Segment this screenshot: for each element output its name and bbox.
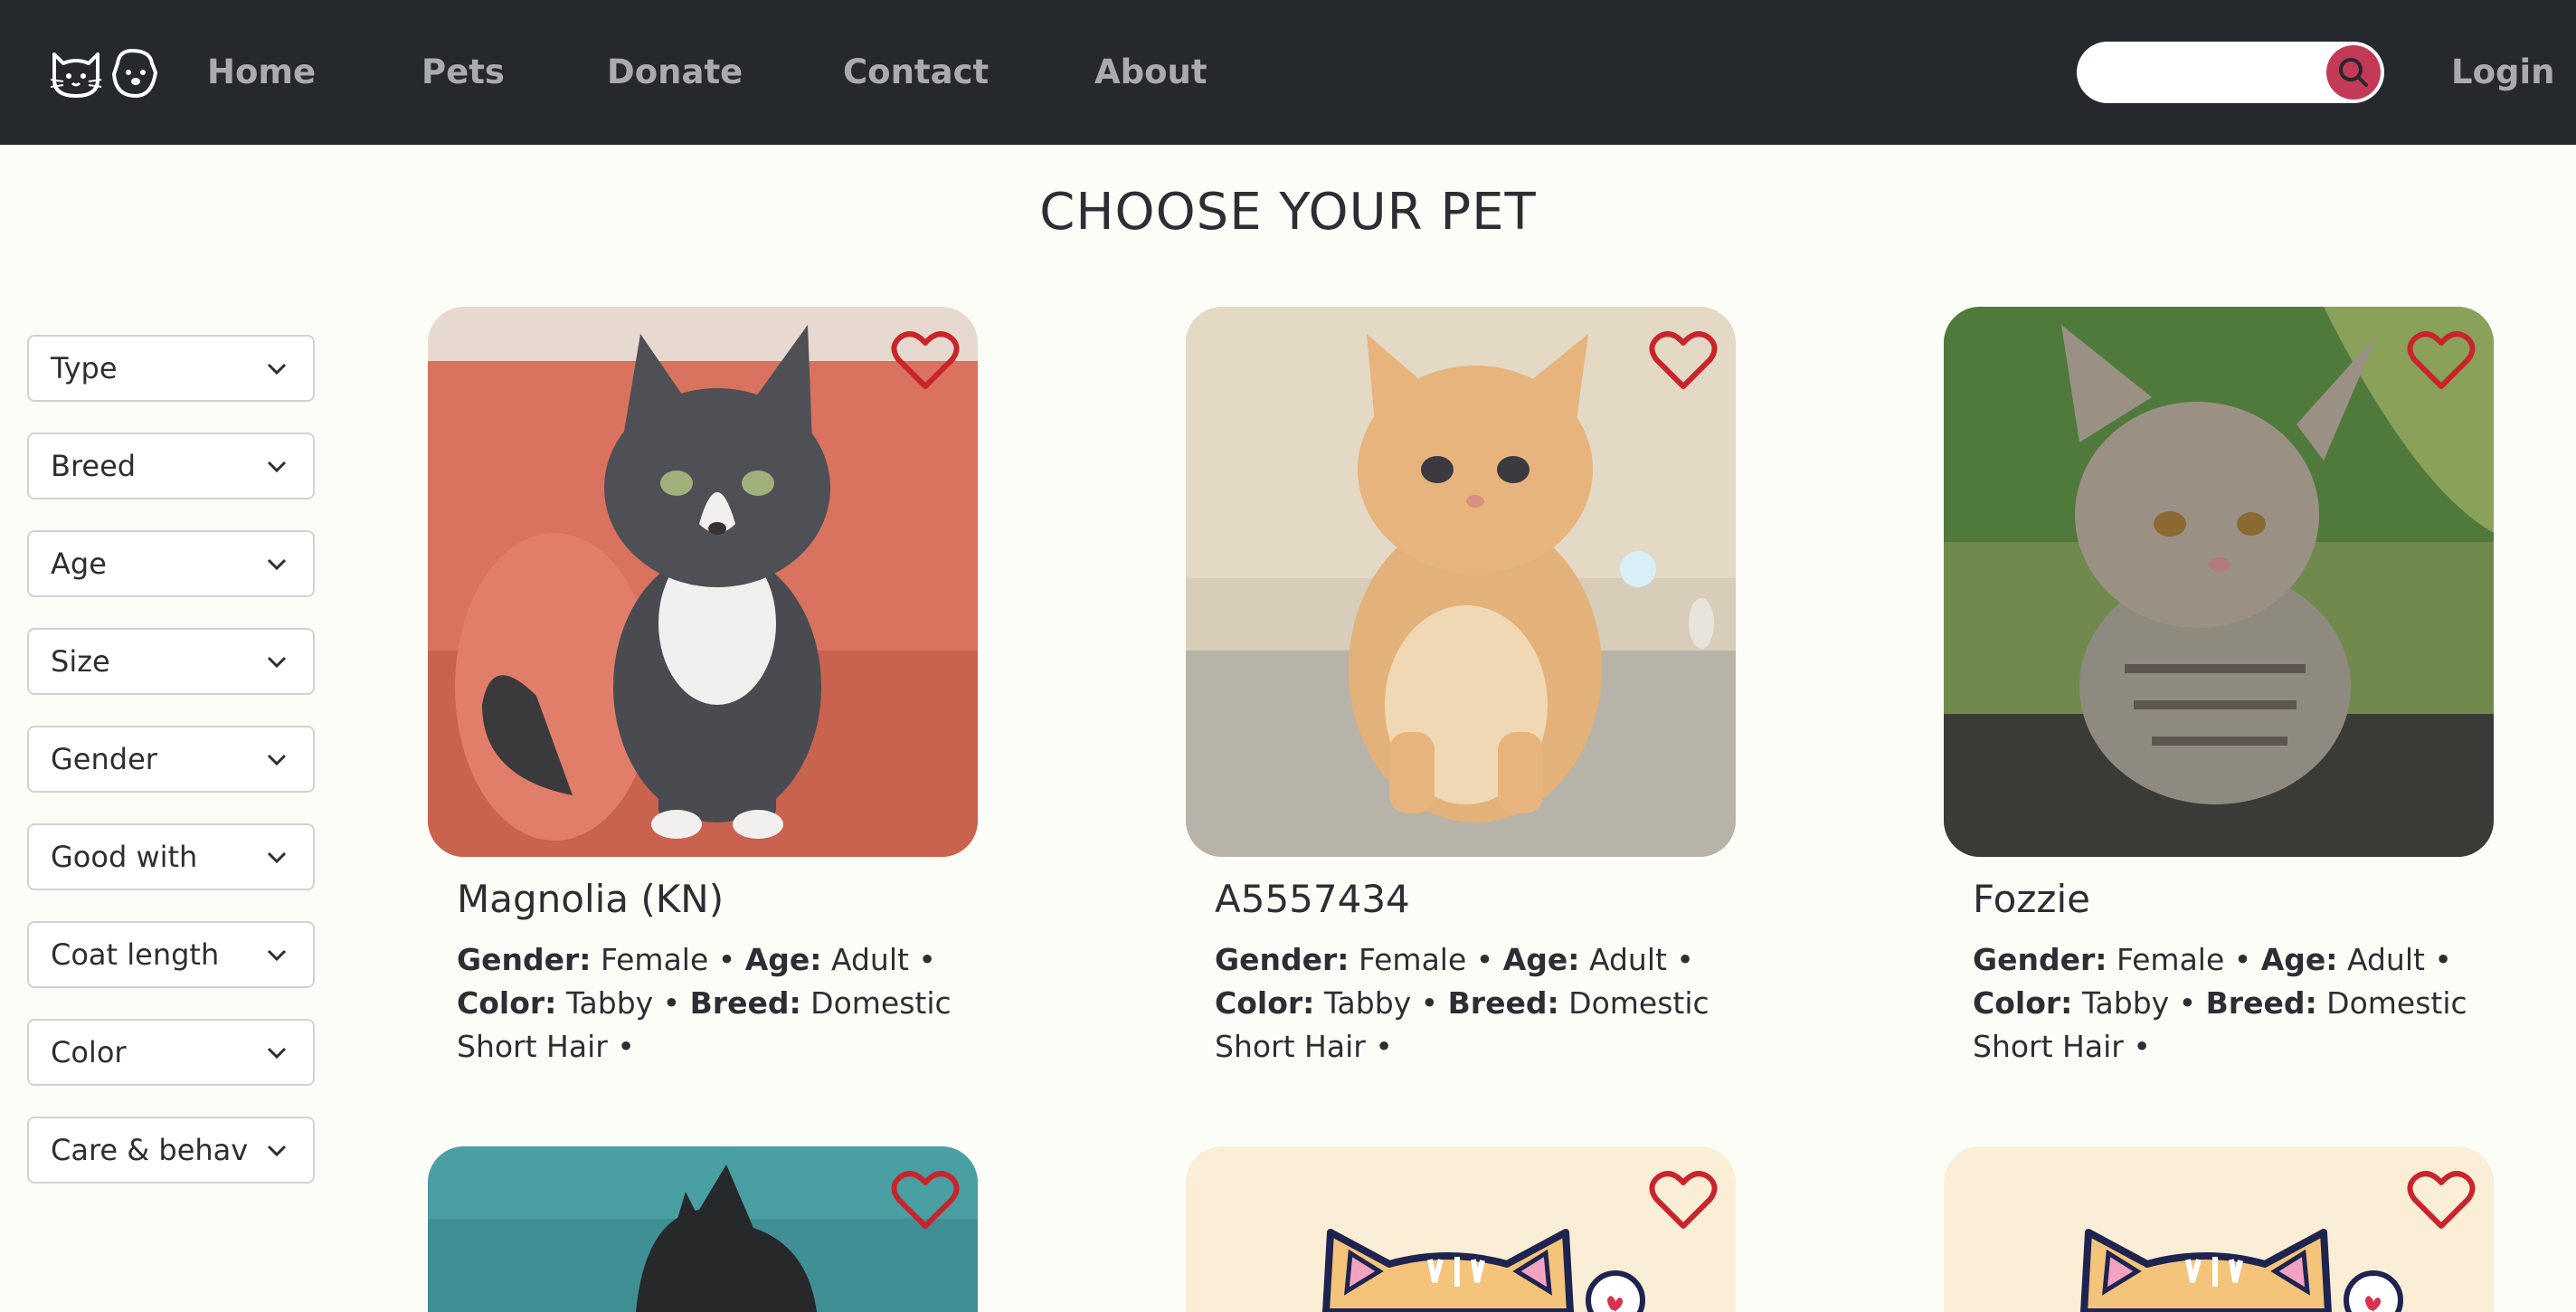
- filter-label: Good with: [51, 840, 198, 874]
- filter-gender[interactable]: Gender: [27, 726, 315, 793]
- chevron-down-icon: [267, 363, 287, 376]
- color-value: Tabby: [1323, 985, 1412, 1021]
- gender-value: Female: [2116, 942, 2225, 977]
- chevron-down-icon: [267, 1047, 287, 1060]
- breed-label: Breed:: [689, 985, 801, 1021]
- nav-link-contact[interactable]: Contact: [843, 45, 989, 100]
- search-icon: [2339, 58, 2368, 87]
- top-nav-bar: Home Pets Donate Contact About Login: [0, 0, 2576, 145]
- heart-icon[interactable]: [891, 330, 960, 392]
- age-value: Adult: [2346, 942, 2425, 977]
- gender-value: Female: [600, 942, 709, 977]
- color-label: Color:: [457, 985, 557, 1021]
- cat-dog-logo-icon[interactable]: [51, 43, 163, 101]
- filter-size[interactable]: Size: [27, 628, 315, 695]
- pet-photo[interactable]: [1944, 1146, 2494, 1312]
- gender-label: Gender:: [457, 942, 592, 977]
- color-label: Color:: [1973, 985, 2073, 1021]
- filter-type[interactable]: Type: [27, 335, 315, 402]
- color-value: Tabby: [565, 985, 654, 1021]
- pet-photo[interactable]: [1186, 1146, 1736, 1312]
- filter-label: Gender: [51, 742, 157, 776]
- pet-name[interactable]: Fozzie: [1973, 877, 2090, 921]
- color-value: Tabby: [2081, 985, 2170, 1021]
- filter-label: Care & behav: [51, 1133, 249, 1167]
- chevron-down-icon: [267, 851, 287, 864]
- gender-value: Female: [1358, 942, 1467, 977]
- pet-name[interactable]: Magnolia (KN): [457, 877, 724, 921]
- chevron-down-icon: [267, 656, 287, 669]
- age-label: Age:: [1502, 942, 1580, 977]
- filter-coat-length[interactable]: Coat length: [27, 921, 315, 988]
- pet-photo[interactable]: [428, 1146, 978, 1312]
- filter-care-behavior[interactable]: Care & behav: [27, 1117, 315, 1184]
- pet-details: Gender: Female • Age: Adult • Color: Tab…: [457, 942, 952, 1064]
- filter-label: Coat length: [51, 937, 220, 972]
- filter-label: Color: [51, 1035, 127, 1070]
- chevron-down-icon: [267, 1145, 287, 1157]
- pet-details: Gender: Female • Age: Adult • Color: Tab…: [1215, 942, 1709, 1064]
- search-box: [2077, 42, 2384, 103]
- pet-details: Gender: Female • Age: Adult • Color: Tab…: [1973, 942, 2467, 1064]
- heart-icon[interactable]: [2407, 1170, 2476, 1231]
- age-value: Adult: [1588, 942, 1667, 977]
- nav-link-pets[interactable]: Pets: [421, 45, 505, 100]
- filter-label: Breed: [51, 449, 137, 483]
- chevron-down-icon: [267, 949, 287, 962]
- heart-icon[interactable]: [891, 1170, 960, 1231]
- breed-label: Breed:: [2205, 985, 2317, 1021]
- nav-link-donate[interactable]: Donate: [607, 45, 743, 100]
- search-input[interactable]: [2098, 51, 2310, 96]
- nav-link-home[interactable]: Home: [207, 45, 316, 100]
- filter-label: Type: [51, 351, 118, 385]
- chevron-down-icon: [267, 558, 287, 571]
- color-label: Color:: [1215, 985, 1315, 1021]
- nav-link-about[interactable]: About: [1094, 45, 1208, 100]
- heart-icon[interactable]: [1649, 330, 1718, 392]
- pet-photo[interactable]: [1944, 307, 2494, 857]
- gender-label: Gender:: [1973, 942, 2107, 977]
- pet-name[interactable]: A5557434: [1215, 877, 1410, 921]
- filter-good-with[interactable]: Good with: [27, 823, 315, 890]
- login-link[interactable]: Login: [2451, 45, 2555, 100]
- filter-color[interactable]: Color: [27, 1019, 315, 1086]
- search-button[interactable]: [2326, 45, 2381, 100]
- filter-age[interactable]: Age: [27, 530, 315, 597]
- pet-photo[interactable]: [428, 307, 978, 857]
- age-label: Age:: [744, 942, 822, 977]
- page-title: CHOOSE YOUR PET: [1039, 183, 1537, 242]
- heart-icon[interactable]: [1649, 1170, 1718, 1231]
- heart-icon[interactable]: [2407, 330, 2476, 392]
- gender-label: Gender:: [1215, 942, 1350, 977]
- chevron-down-icon: [267, 754, 287, 766]
- breed-label: Breed:: [1447, 985, 1559, 1021]
- filter-label: Size: [51, 644, 110, 679]
- chevron-down-icon: [267, 461, 287, 473]
- age-label: Age:: [2260, 942, 2338, 977]
- filter-label: Age: [51, 547, 107, 581]
- pet-photo[interactable]: [1186, 307, 1736, 857]
- age-value: Adult: [830, 942, 909, 977]
- filter-breed[interactable]: Breed: [27, 433, 315, 499]
